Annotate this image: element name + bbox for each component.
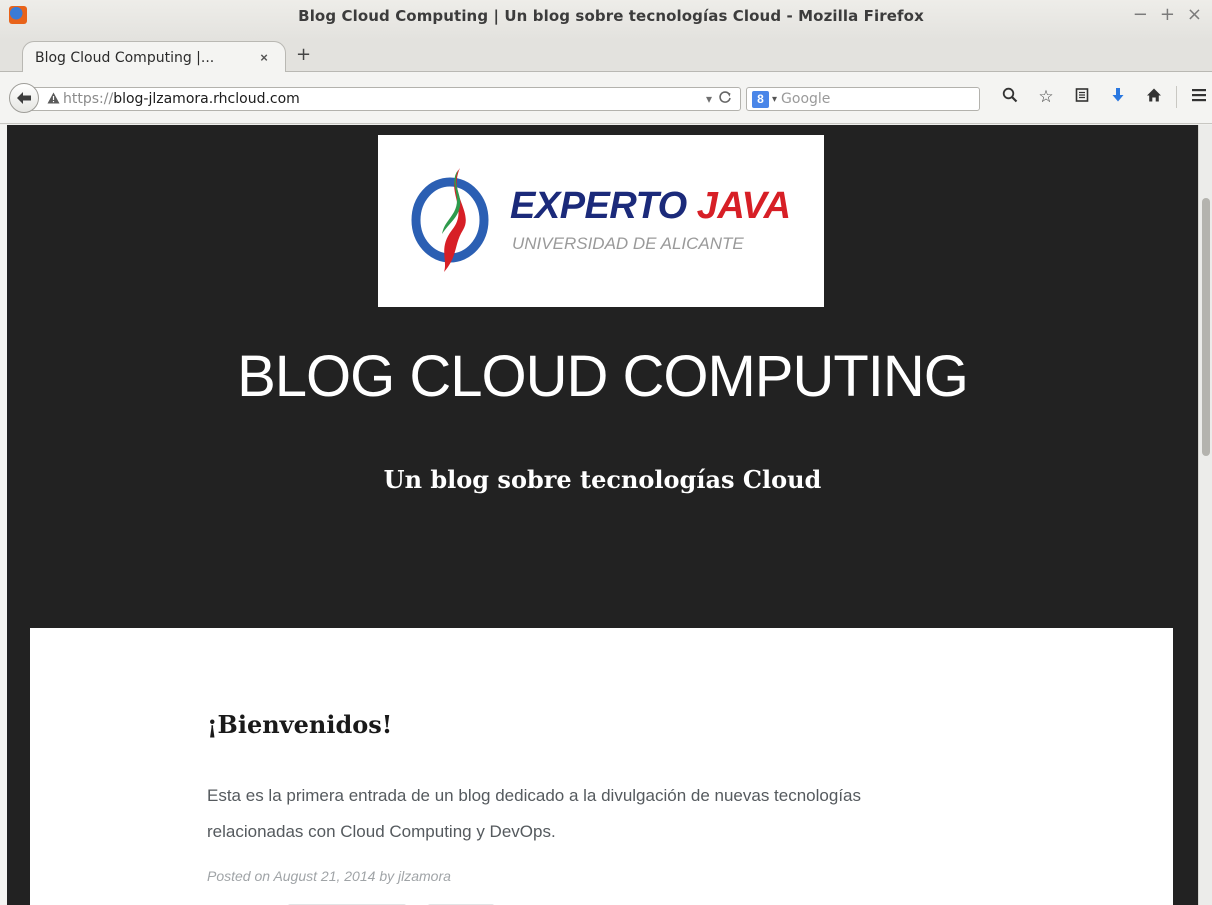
star-icon[interactable]: ☆ [1028, 87, 1064, 107]
tab-strip: Blog Cloud Computing |... × + [0, 40, 1212, 73]
back-button[interactable] [9, 83, 39, 113]
search-bar[interactable]: 8 ▾ Google [746, 87, 980, 111]
post-title[interactable]: ¡Bienvenidos! [207, 710, 392, 739]
window-titlebar: Blog Cloud Computing | Un blog sobre tec… [0, 0, 1212, 40]
url-history-dropdown-icon[interactable]: ▾ [706, 92, 712, 106]
experto-java-emblem-icon [411, 168, 489, 272]
back-arrow-icon [17, 92, 31, 104]
page-scrollbar[interactable] [1198, 125, 1212, 905]
url-tools: ▾ [706, 90, 732, 107]
search-engine-icon[interactable]: 8 [752, 90, 769, 108]
logo-subtitle: UNIVERSIDAD DE ALICANTE [512, 234, 744, 253]
reading-list-icon[interactable] [1064, 87, 1100, 108]
post-meta-by: by [379, 868, 395, 884]
window-controls: − + × [1133, 4, 1202, 25]
url-host: blog-jlzamora.rhcloud.com [113, 91, 300, 107]
web-page: EXPERTO JAVA UNIVERSIDAD DE ALICANTE BLO… [7, 125, 1198, 905]
window-left-edge [0, 125, 7, 905]
post-body-line: Esta es la primera entrada de un blog de… [207, 786, 861, 805]
url-protocol: https:// [63, 91, 114, 107]
site-title[interactable]: BLOG CLOUD COMPUTING [7, 343, 1198, 410]
logo-title: EXPERTO JAVA [510, 185, 791, 228]
post-meta-prefix: Posted on [207, 868, 271, 884]
url-bar[interactable]: https://blog-jlzamora.rhcloud.com ▾ [32, 87, 741, 111]
search-input[interactable]: Google [781, 91, 979, 107]
search-icon[interactable] [992, 87, 1028, 108]
logo-word-experto: EXPERTO [510, 185, 687, 227]
post-author-link[interactable]: jlzamora [398, 868, 451, 884]
maximize-button[interactable]: + [1160, 4, 1175, 25]
new-tab-button[interactable]: + [296, 44, 311, 65]
post-meta: Posted on August 21, 2014 by jlzamora [207, 868, 451, 884]
minimize-button[interactable]: − [1133, 4, 1148, 25]
window-title: Blog Cloud Computing | Un blog sobre tec… [298, 7, 924, 25]
toolbar-separator [1176, 86, 1177, 108]
post-date-link[interactable]: August 21, 2014 [273, 868, 375, 884]
home-icon[interactable] [1136, 87, 1172, 108]
site-tagline: Un blog sobre tecnologías Cloud [383, 465, 822, 494]
download-icon[interactable] [1100, 87, 1136, 108]
post-body-line: relacionadas con Cloud Computing y DevOp… [207, 822, 556, 841]
security-warning-icon[interactable] [47, 92, 60, 107]
toolbar-icons: ☆ [992, 86, 1212, 108]
search-engine-dropdown-icon[interactable]: ▾ [772, 94, 777, 105]
site-logo[interactable]: EXPERTO JAVA UNIVERSIDAD DE ALICANTE [378, 135, 824, 307]
close-window-button[interactable]: × [1187, 4, 1202, 25]
logo-word-java: JAVA [696, 185, 791, 227]
navigation-toolbar: https://blog-jlzamora.rhcloud.com ▾ 8 ▾ … [0, 72, 1212, 124]
tab-label: Blog Cloud Computing |... [35, 49, 215, 66]
post-card: ¡Bienvenidos! Esta es la primera entrada… [30, 628, 1173, 905]
reload-icon[interactable] [718, 90, 732, 107]
menu-icon[interactable] [1181, 87, 1212, 107]
post-body: Esta es la primera entrada de un blog de… [207, 778, 1007, 850]
scrollbar-thumb[interactable] [1202, 198, 1210, 456]
tab-blog-cloud-computing[interactable]: Blog Cloud Computing |... × [22, 41, 286, 73]
tab-close-icon[interactable]: × [255, 50, 273, 65]
